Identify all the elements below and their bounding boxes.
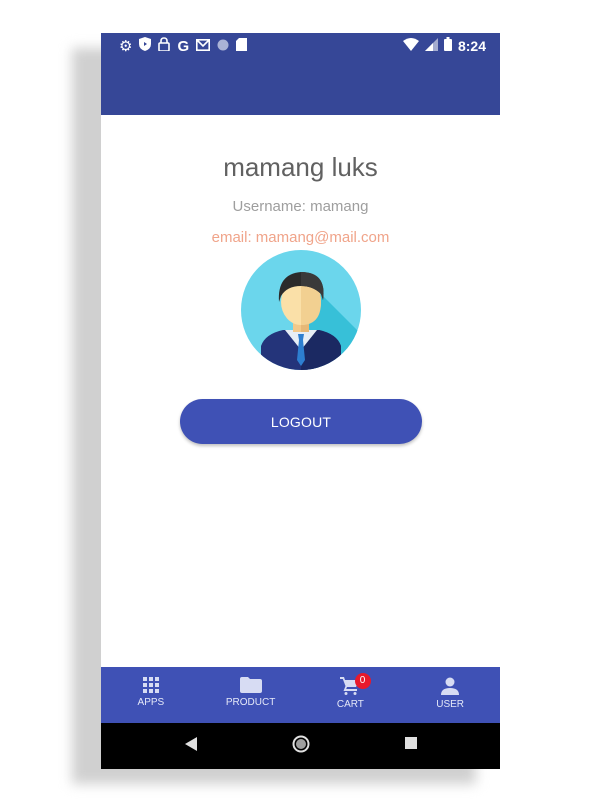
- back-icon[interactable]: [185, 737, 197, 751]
- lock-icon: [158, 37, 171, 56]
- nav-item-product[interactable]: PRODUCT: [201, 667, 301, 723]
- bottom-navigation: APPS PRODUCT 0 CART USER: [101, 667, 500, 723]
- nav-label-product: PRODUCT: [225, 697, 276, 708]
- person-icon: [441, 677, 460, 695]
- logout-button[interactable]: LOGOUT: [180, 399, 422, 444]
- signal-icon: [424, 37, 438, 55]
- nav-label-user: USER: [436, 699, 465, 710]
- gmail-icon: [196, 38, 211, 56]
- home-icon[interactable]: [292, 735, 310, 753]
- google-icon: G: [177, 37, 190, 55]
- nav-item-apps[interactable]: APPS: [101, 667, 201, 723]
- profile-content: mamang luks Username: mamang email: mama…: [101, 115, 500, 667]
- shield-icon: [139, 37, 152, 56]
- sd-card-icon: [236, 37, 248, 56]
- grid-icon: [142, 677, 159, 693]
- nav-label-apps: APPS: [137, 697, 165, 708]
- nav-item-cart[interactable]: 0 CART: [301, 667, 401, 723]
- status-notifications: ⚙ G: [119, 37, 248, 56]
- nav-item-user[interactable]: USER: [400, 667, 500, 723]
- profile-email: email: mamang@mail.com: [211, 229, 390, 246]
- phone-screen: ⚙ G 8:24 mamang luks Username: mamang em…: [101, 33, 500, 769]
- folder-icon: [239, 677, 262, 693]
- circle-icon: [217, 38, 229, 56]
- nav-label-cart: CART: [336, 699, 364, 710]
- wifi-icon: [402, 37, 419, 55]
- status-time: 8:24: [457, 38, 486, 54]
- status-system: 8:24: [402, 37, 486, 55]
- recents-icon[interactable]: [405, 737, 417, 749]
- businessman-avatar-icon: [241, 250, 361, 370]
- system-navigation-bar: [101, 723, 500, 769]
- settings-icon: ⚙: [119, 37, 133, 55]
- profile-name: mamang luks: [223, 152, 378, 182]
- cart-badge: 0: [354, 673, 371, 689]
- profile-username: Username: mamang: [232, 198, 369, 215]
- status-bar: ⚙ G 8:24: [101, 33, 500, 59]
- app-bar: [101, 59, 500, 115]
- battery-icon: [443, 37, 452, 55]
